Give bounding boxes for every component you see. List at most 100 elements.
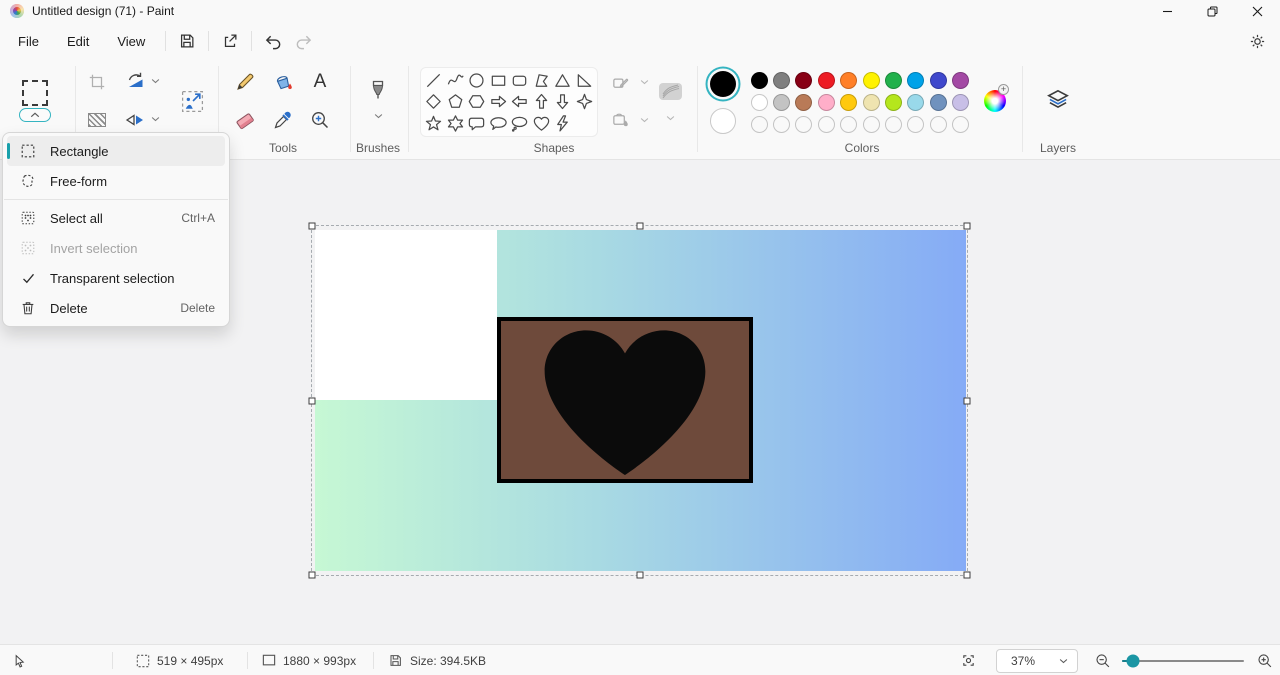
palette-empty-slot[interactable] xyxy=(927,114,949,136)
palette-color-swatch[interactable] xyxy=(860,69,882,91)
zoom-slider-thumb[interactable] xyxy=(1126,654,1140,667)
palette-empty-slot[interactable] xyxy=(905,114,927,136)
share-button[interactable] xyxy=(215,26,245,56)
shape-fill-dropdown-button[interactable] xyxy=(637,114,651,126)
palette-color-swatch[interactable] xyxy=(770,69,792,91)
palette-color-swatch[interactable] xyxy=(927,91,949,113)
selection-handle-middle-right[interactable] xyxy=(963,397,971,404)
shape-arrow-up-button[interactable] xyxy=(531,91,553,112)
palette-color-swatch[interactable] xyxy=(815,91,837,113)
zoom-slider-track[interactable] xyxy=(1122,659,1244,662)
menu-item-delete[interactable]: Delete Delete xyxy=(7,293,225,323)
palette-color-swatch[interactable] xyxy=(860,91,882,113)
shape-ellipse-button[interactable] xyxy=(466,70,488,91)
selection-handle-middle-left[interactable] xyxy=(308,397,316,404)
crop-button[interactable] xyxy=(86,71,108,93)
shape-fill-button[interactable] xyxy=(610,110,630,130)
shape-pentagon-button[interactable] xyxy=(445,91,467,112)
menu-item-select-all[interactable]: Select all Ctrl+A xyxy=(7,203,225,233)
palette-color-swatch[interactable] xyxy=(770,91,792,113)
palette-empty-slot[interactable] xyxy=(950,114,972,136)
brushes-button[interactable] xyxy=(366,78,390,104)
selection-handle-bottom-right[interactable] xyxy=(963,571,971,579)
rotate-button[interactable] xyxy=(123,70,147,94)
menu-edit[interactable]: Edit xyxy=(53,28,103,55)
shape-outline-button[interactable] xyxy=(610,72,630,92)
edit-color-button[interactable]: + xyxy=(984,84,1009,112)
close-button[interactable] xyxy=(1235,0,1280,22)
eraser-tool-button[interactable] xyxy=(233,108,257,132)
palette-color-swatch[interactable] xyxy=(838,69,860,91)
shape-speech-bubble-button[interactable] xyxy=(466,113,488,134)
shape-arrow-down-button[interactable] xyxy=(552,91,574,112)
palette-color-swatch[interactable] xyxy=(927,69,949,91)
layers-button[interactable] xyxy=(1045,87,1071,113)
canvas-image[interactable] xyxy=(315,230,966,571)
settings-button[interactable] xyxy=(1242,26,1272,56)
shape-heart-button[interactable] xyxy=(531,113,553,134)
palette-color-swatch[interactable] xyxy=(748,91,770,113)
redo-button[interactable] xyxy=(288,26,318,56)
shape-hexagon-button[interactable] xyxy=(466,91,488,112)
selection-handle-top-left[interactable] xyxy=(308,222,316,230)
shape-line-button[interactable] xyxy=(423,70,445,91)
palette-color-swatch[interactable] xyxy=(905,91,927,113)
resize-button[interactable] xyxy=(179,88,205,114)
remove-background-button[interactable] xyxy=(86,111,108,129)
shape-star-six-button[interactable] xyxy=(445,113,467,134)
menu-view[interactable]: View xyxy=(103,28,159,55)
text-tool-button[interactable]: A xyxy=(308,70,332,94)
palette-empty-slot[interactable] xyxy=(838,114,860,136)
palette-color-swatch[interactable] xyxy=(793,91,815,113)
selection-handle-top-center[interactable] xyxy=(636,222,643,230)
color-picker-tool-button[interactable] xyxy=(271,108,295,132)
flip-button[interactable] xyxy=(123,108,147,132)
shape-right-triangle-button[interactable] xyxy=(574,70,596,91)
shape-thought-bubble-button[interactable] xyxy=(509,113,531,134)
selection-handle-top-right[interactable] xyxy=(963,222,971,230)
menu-item-invert-selection[interactable]: Invert selection xyxy=(7,233,225,263)
shape-star-five-button[interactable] xyxy=(423,113,445,134)
palette-color-swatch[interactable] xyxy=(838,91,860,113)
stroke-width-button[interactable] xyxy=(656,78,684,104)
shape-lightning-button[interactable] xyxy=(552,113,574,134)
brushes-dropdown-button[interactable] xyxy=(371,110,385,122)
palette-empty-slot[interactable] xyxy=(793,114,815,136)
shape-arrow-left-button[interactable] xyxy=(509,91,531,112)
pencil-tool-button[interactable] xyxy=(233,70,257,94)
selection-handle-bottom-left[interactable] xyxy=(308,571,316,579)
flip-dropdown-button[interactable] xyxy=(148,112,162,126)
menu-item-transparent-selection[interactable]: Transparent selection xyxy=(7,263,225,293)
palette-empty-slot[interactable] xyxy=(815,114,837,136)
shape-rectangle-button[interactable] xyxy=(488,70,510,91)
fit-to-screen-button[interactable] xyxy=(960,645,977,675)
shape-diamond-button[interactable] xyxy=(423,91,445,112)
zoom-in-button[interactable] xyxy=(1256,645,1273,675)
palette-color-swatch[interactable] xyxy=(815,69,837,91)
selection-tool-button[interactable] xyxy=(22,80,48,106)
palette-color-swatch[interactable] xyxy=(793,69,815,91)
zoom-out-button[interactable] xyxy=(1094,645,1111,675)
fill-tool-button[interactable] xyxy=(271,70,295,94)
palette-color-swatch[interactable] xyxy=(748,69,770,91)
zoom-level-dropdown[interactable]: 37% xyxy=(996,648,1078,673)
shape-curve-button[interactable] xyxy=(445,70,467,91)
palette-color-swatch[interactable] xyxy=(950,69,972,91)
background-color-swatch[interactable] xyxy=(710,108,736,134)
palette-empty-slot[interactable] xyxy=(770,114,792,136)
foreground-color-swatch[interactable] xyxy=(710,71,736,97)
palette-color-swatch[interactable] xyxy=(950,91,972,113)
shape-star-four-button[interactable] xyxy=(574,91,596,112)
selection-handle-bottom-center[interactable] xyxy=(636,571,643,579)
menu-file[interactable]: File xyxy=(4,28,53,55)
maximize-restore-button[interactable] xyxy=(1190,0,1235,22)
menu-item-free-form[interactable]: Free-form xyxy=(7,166,225,196)
magnifier-tool-button[interactable] xyxy=(308,108,332,132)
shape-outline-dropdown-button[interactable] xyxy=(637,76,651,88)
shape-polygon-button[interactable] xyxy=(531,70,553,91)
undo-button[interactable] xyxy=(258,26,288,56)
shape-rounded-rectangle-button[interactable] xyxy=(509,70,531,91)
palette-color-swatch[interactable] xyxy=(882,69,904,91)
selection-options-dropdown-button[interactable] xyxy=(19,108,51,122)
stroke-width-dropdown-button[interactable] xyxy=(663,112,677,124)
